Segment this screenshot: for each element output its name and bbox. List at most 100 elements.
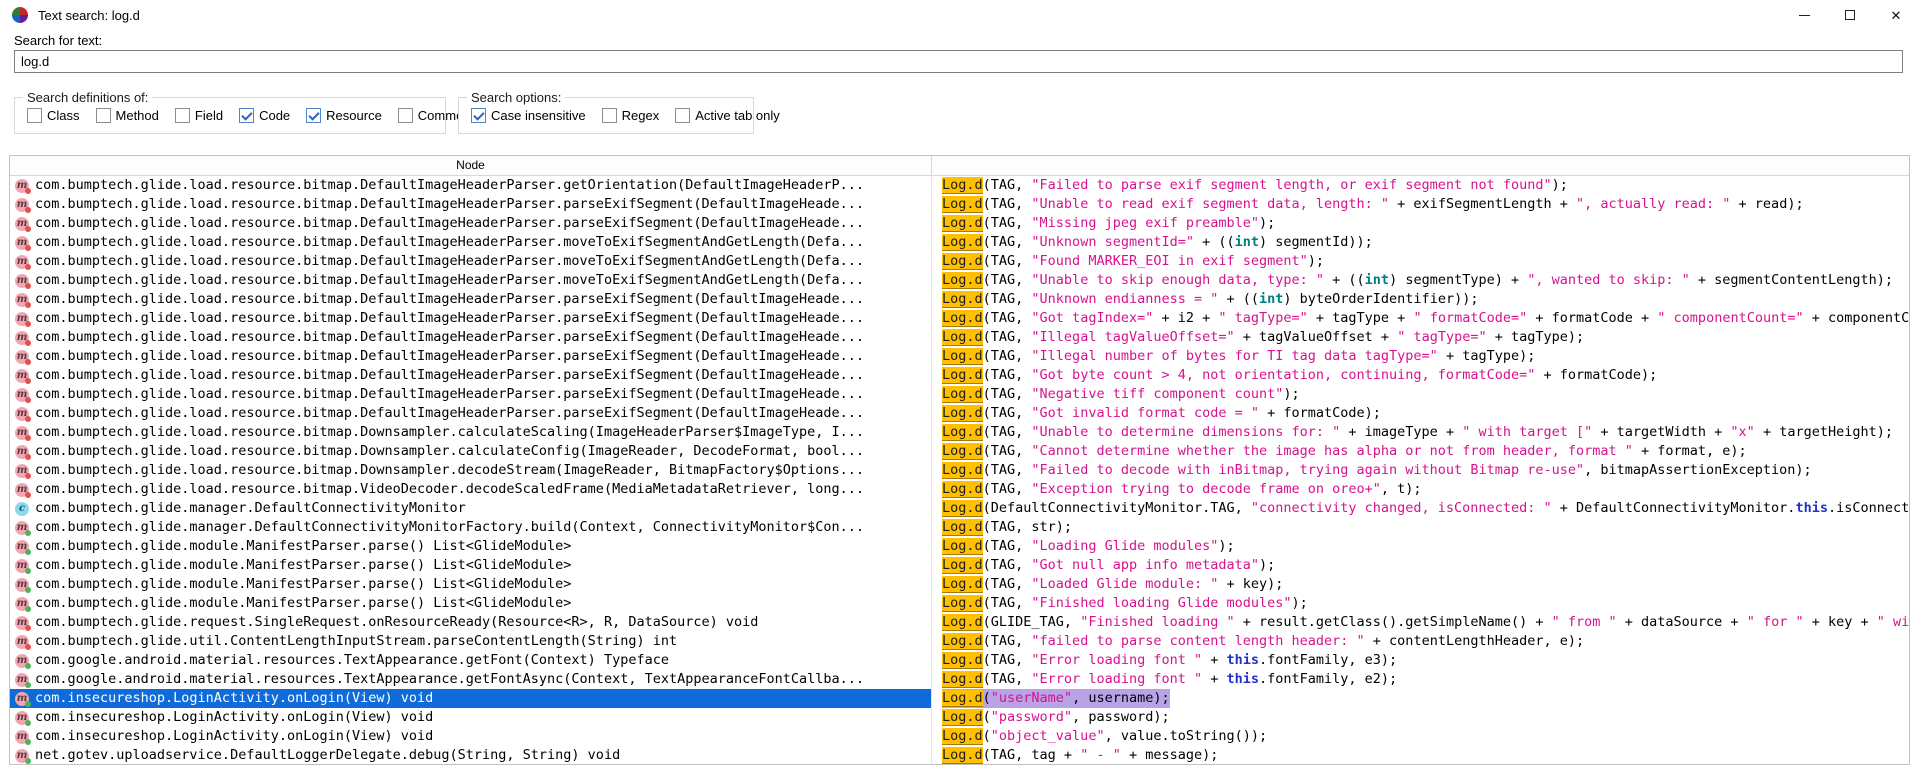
node-column-header[interactable]: Node xyxy=(10,156,932,175)
table-row[interactable]: mcom.insecureshop.LoginActivity.onLogin(… xyxy=(10,689,1909,708)
method-icon: m xyxy=(15,711,29,725)
table-row[interactable]: mcom.bumptech.glide.load.resource.bitmap… xyxy=(10,195,1909,214)
method-icon: m xyxy=(15,597,29,611)
node-cell: mnet.gotev.uploadservice.DefaultLoggerDe… xyxy=(10,746,932,765)
node-label: com.bumptech.glide.load.resource.bitmap.… xyxy=(35,404,864,423)
table-row[interactable]: m com.bumptech.glide.load.resource.bitmap… xyxy=(10,176,1909,195)
table-row[interactable]: mcom.bumptech.glide.load.resource.bitmap… xyxy=(10,423,1909,442)
table-row[interactable]: mcom.bumptech.glide.module.ManifestParse… xyxy=(10,537,1909,556)
table-row[interactable]: m com.insecureshop.LoginActivity.onLogin(… xyxy=(10,708,1909,727)
code-token: "Error loading font " xyxy=(1031,671,1202,687)
code-token: (TAG, xyxy=(983,633,1032,649)
table-row[interactable]: mcom.insecureshop.LoginActivity.onLogin(… xyxy=(10,727,1909,746)
table-row[interactable]: mcom.bumptech.glide.load.resource.bitmap… xyxy=(10,480,1909,499)
table-row[interactable]: mcom.bumptech.glide.load.resource.bitmap… xyxy=(10,328,1909,347)
method-icon: m xyxy=(15,369,29,383)
checkbox-label-active-tab-only: Active tab only xyxy=(695,108,780,123)
table-row[interactable]: mcom.bumptech.glide.load.resource.bitmap… xyxy=(10,347,1909,366)
search-match-highlight: Log.d xyxy=(942,196,983,213)
method-icon: m xyxy=(15,179,29,193)
code-cell: Log.d(TAG, "Unable to read exif segment … xyxy=(932,195,1909,214)
table-row[interactable]: mcom.google.android.material.resources.T… xyxy=(10,651,1909,670)
node-label: com.bumptech.glide.load.resource.bitmap.… xyxy=(35,195,864,214)
code-column-header[interactable] xyxy=(932,156,1909,175)
table-row[interactable]: mcom.bumptech.glide.module.ManifestParse… xyxy=(10,575,1909,594)
table-row[interactable]: mcom.bumptech.glide.load.resource.bitmap… xyxy=(10,309,1909,328)
method-icon: m xyxy=(15,559,29,573)
table-row[interactable]: mcom.bumptech.glide.load.resource.bitmap… xyxy=(10,233,1909,252)
table-row[interactable]: mcom.bumptech.glide.load.resource.bitmap… xyxy=(10,214,1909,233)
node-label: com.bumptech.glide.request.SingleRequest… xyxy=(35,613,758,632)
table-row[interactable]: mcom.bumptech.glide.request.SingleReques… xyxy=(10,613,1909,632)
close-button[interactable]: ✕ xyxy=(1873,0,1919,30)
code-line: Log.d(TAG, "Unable to determine dimensio… xyxy=(942,423,1893,442)
code-token: + DefaultConnectivityMonitor. xyxy=(1552,500,1796,516)
checkbox-class[interactable]: Class xyxy=(27,108,80,123)
method-icon: m xyxy=(15,255,29,269)
checkbox-label-resource: Resource xyxy=(326,108,382,123)
node-label: com.insecureshop.LoginActivity.onLogin(V… xyxy=(35,708,433,727)
code-token: .fontFamily, e2); xyxy=(1259,671,1397,687)
node-label: com.bumptech.glide.load.resource.bitmap.… xyxy=(35,328,864,347)
code-cell: Log.d(TAG, "Cannot determine whether the… xyxy=(932,442,1909,461)
checkbox-resource[interactable]: Resource xyxy=(306,108,382,123)
code-token: ( xyxy=(983,690,991,706)
table-row[interactable]: mnet.gotev.uploadservice.DefaultLoggerDe… xyxy=(10,746,1909,765)
table-row[interactable]: mcom.bumptech.glide.load.resource.bitmap… xyxy=(10,290,1909,309)
checkbox-label-field: Field xyxy=(195,108,223,123)
table-row[interactable]: mcom.bumptech.glide.manager.DefaultConne… xyxy=(10,518,1909,537)
code-cell: Log.d("object_value", value.toString()); xyxy=(932,727,1909,746)
code-token: int xyxy=(1259,291,1283,307)
code-line: Log.d(TAG, "Unable to skip enough data, … xyxy=(942,271,1893,290)
table-row[interactable]: mcom.bumptech.glide.load.resource.bitmap… xyxy=(10,442,1909,461)
node-label: com.bumptech.glide.load.resource.bitmap.… xyxy=(35,480,864,499)
window-controls: ✕ xyxy=(1781,0,1919,30)
code-token: "object_value" xyxy=(991,728,1105,744)
code-token: + xyxy=(1202,671,1226,687)
table-row[interactable]: mcom.google.android.material.resources.T… xyxy=(10,670,1909,689)
method-icon: m xyxy=(15,521,29,535)
table-row[interactable]: mcom.bumptech.glide.load.resource.bitmap… xyxy=(10,404,1909,423)
code-line: Log.d(TAG, "Loading Glide modules"); xyxy=(942,537,1235,556)
table-row[interactable]: mcom.bumptech.glide.load.resource.bitmap… xyxy=(10,366,1909,385)
checkbox-method[interactable]: Method xyxy=(96,108,159,123)
public-visibility-dot xyxy=(25,549,31,555)
table-row[interactable]: mcom.bumptech.glide.module.ManifestParse… xyxy=(10,556,1909,575)
search-input[interactable] xyxy=(14,50,1903,73)
table-row[interactable]: mcom.bumptech.glide.module.ManifestParse… xyxy=(10,594,1909,613)
table-row[interactable]: mcom.bumptech.glide.load.resource.bitmap… xyxy=(10,461,1909,480)
maximize-button[interactable] xyxy=(1827,0,1873,30)
private-visibility-dot xyxy=(25,397,31,403)
checkbox-active-tab-only[interactable]: Active tab only xyxy=(675,108,780,123)
node-cell: m com.insecureshop.LoginActivity.onLogin(… xyxy=(10,708,932,727)
checkbox-case-insensitive[interactable]: Case insensitive xyxy=(471,108,586,123)
minimize-icon xyxy=(1799,15,1810,16)
method-icon: m xyxy=(15,236,29,250)
code-token: (TAG, xyxy=(983,196,1032,212)
code-token: int xyxy=(1365,272,1389,288)
checkbox-label-regex: Regex xyxy=(622,108,660,123)
checkbox-regex[interactable]: Regex xyxy=(602,108,660,123)
code-token: + tagType); xyxy=(1487,329,1585,345)
minimize-button[interactable] xyxy=(1781,0,1827,30)
table-row[interactable]: mcom.bumptech.glide.load.resource.bitmap… xyxy=(10,252,1909,271)
node-label: com.bumptech.glide.load.resource.bitmap.… xyxy=(35,290,864,309)
checkbox-code[interactable]: Code xyxy=(239,108,290,123)
node-cell: mcom.bumptech.glide.load.resource.bitmap… xyxy=(10,195,932,214)
table-row[interactable]: mcom.bumptech.glide.load.resource.bitmap… xyxy=(10,271,1909,290)
code-token: "userName" xyxy=(991,690,1072,706)
table-row[interactable]: mcom.bumptech.glide.load.resource.bitmap… xyxy=(10,385,1909,404)
node-label: com.bumptech.glide.load.resource.bitmap.… xyxy=(35,176,864,195)
code-token: , password); xyxy=(1072,709,1170,725)
table-row[interactable]: mcom.bumptech.glide.util.ContentLengthIn… xyxy=(10,632,1909,651)
table-row[interactable]: ccom.bumptech.glide.manager.DefaultConne… xyxy=(10,499,1909,518)
code-line: Log.d(TAG, "Error loading font " + this.… xyxy=(942,651,1397,670)
code-token: " for " xyxy=(1747,614,1804,630)
code-line: Log.d(TAG, "Error loading font " + this.… xyxy=(942,670,1397,689)
code-token: "Unknown endianness = " xyxy=(1031,291,1218,307)
node-label: net.gotev.uploadservice.DefaultLoggerDel… xyxy=(35,746,620,765)
checkbox-field[interactable]: Field xyxy=(175,108,223,123)
method-icon: m xyxy=(15,445,29,459)
node-label: com.bumptech.glide.load.resource.bitmap.… xyxy=(35,214,864,233)
search-match-highlight: Log.d xyxy=(942,481,983,498)
